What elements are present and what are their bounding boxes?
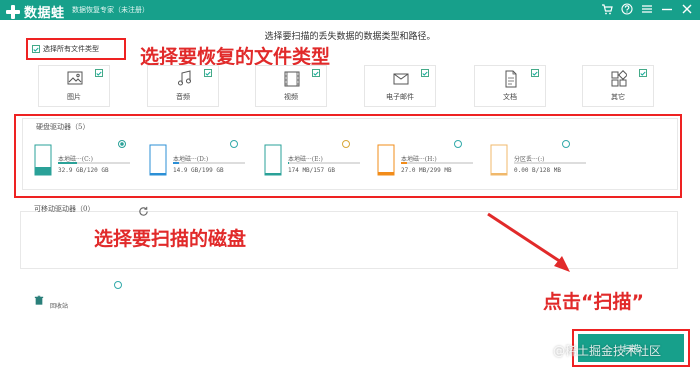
file-type-image[interactable]: 图片 — [38, 65, 110, 107]
other-icon — [611, 70, 628, 88]
recycle-bin-radio[interactable] — [114, 281, 122, 289]
file-type-label: 电子邮件 — [386, 93, 414, 101]
file-type-label: 视频 — [284, 93, 298, 101]
file-type-other[interactable]: 其它 — [582, 65, 654, 107]
disk-usage-bar — [514, 162, 586, 164]
file-type-label: 文档 — [503, 93, 517, 101]
checkbox-checked-icon[interactable] — [421, 69, 429, 77]
checkbox-checked-icon[interactable] — [204, 69, 212, 77]
cart-icon[interactable] — [600, 2, 614, 16]
email-icon — [393, 70, 409, 88]
disk-radio[interactable] — [454, 140, 462, 148]
select-all-checkbox[interactable]: 选择所有文件类型 — [26, 38, 126, 60]
file-type-document[interactable]: 文档 — [474, 65, 546, 107]
disk-usage-bar — [401, 162, 473, 164]
disk-radio[interactable] — [118, 140, 126, 148]
disk-item[interactable]: 本地磁···(D:) 14.9 GB/199 GB — [149, 140, 245, 180]
menu-icon[interactable] — [640, 2, 654, 16]
minimize-icon[interactable] — [660, 2, 674, 16]
disk-usage-bar — [288, 162, 360, 164]
checkbox-checked-icon[interactable] — [95, 69, 103, 77]
disk-usage-bar — [173, 162, 245, 164]
annotation-scan: 点击“扫描” — [543, 291, 644, 313]
app-logo: 数据蛙 — [6, 2, 65, 21]
file-type-label: 图片 — [67, 93, 81, 101]
checkbox-checked-icon[interactable] — [531, 69, 539, 77]
checkbox-checked-icon[interactable] — [312, 69, 320, 77]
disk-item[interactable]: 本地磁···(H:) 27.0 MB/299 MB — [377, 140, 473, 180]
disk-size: 14.9 GB/199 GB — [173, 167, 224, 174]
drive-icon — [149, 144, 167, 176]
music-icon — [176, 70, 192, 88]
document-icon — [503, 70, 519, 88]
checkbox-checked-icon[interactable] — [639, 69, 647, 77]
image-icon — [67, 70, 83, 88]
app-subtitle: 数据恢复专家（未注册） — [72, 6, 149, 14]
logo-cross-icon — [6, 4, 20, 19]
select-all-label: 选择所有文件类型 — [43, 45, 99, 53]
app-name: 数据蛙 — [24, 6, 65, 21]
recycle-bin-label: 回收站 — [50, 303, 69, 310]
file-type-email[interactable]: 电子邮件 — [364, 65, 436, 107]
disk-size: 0.00 B/128 MB — [514, 167, 561, 174]
hard-drive-title: 硬盘驱动器（5） — [36, 123, 90, 131]
drive-icon — [377, 144, 395, 176]
disk-usage-bar — [58, 162, 130, 164]
watermark: @稀土掘金技术社区 — [553, 344, 662, 358]
annotation-arrow — [487, 212, 570, 272]
trash-icon[interactable] — [34, 291, 46, 305]
file-type-audio[interactable]: 音频 — [147, 65, 219, 107]
file-type-label: 音频 — [176, 93, 190, 101]
drive-icon — [264, 144, 282, 176]
drive-icon — [490, 144, 508, 176]
disk-radio[interactable] — [562, 140, 570, 148]
disk-size: 174 MB/157 GB — [288, 167, 335, 174]
disk-item[interactable]: 分区丢···(:) 0.00 B/128 MB — [490, 140, 586, 180]
drive-icon — [34, 144, 52, 176]
title-bar: 数据蛙 数据恢复专家（未注册） — [0, 0, 700, 21]
refresh-icon[interactable] — [138, 202, 149, 216]
disk-radio[interactable] — [342, 140, 350, 148]
close-icon[interactable] — [680, 2, 694, 16]
file-type-video[interactable]: 视频 — [255, 65, 327, 107]
disk-size: 27.0 MB/299 MB — [401, 167, 452, 174]
disk-radio[interactable] — [230, 140, 238, 148]
checkbox-checked-icon[interactable] — [32, 45, 40, 53]
disk-item[interactable]: 本地磁···(C:) 32.9 GB/120 GB — [34, 140, 130, 180]
removable-drive-title: 可移动驱动器（0） — [34, 205, 95, 213]
help-icon[interactable] — [620, 2, 634, 16]
disk-item[interactable]: 本地磁···(E:) 174 MB/157 GB — [264, 140, 360, 180]
file-type-label: 其它 — [611, 93, 625, 101]
video-icon — [284, 70, 300, 88]
disk-size: 32.9 GB/120 GB — [58, 167, 109, 174]
